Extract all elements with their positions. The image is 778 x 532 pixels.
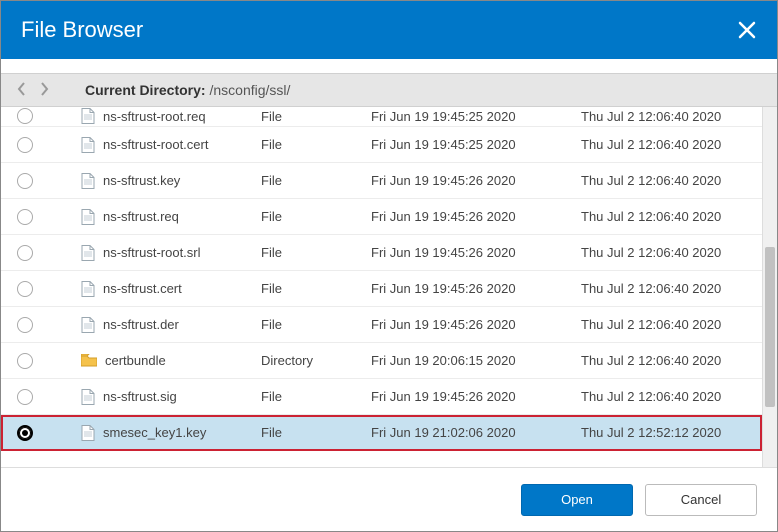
- file-icon: [81, 389, 95, 405]
- file-type: File: [261, 425, 371, 440]
- scrollbar-thumb[interactable]: [765, 247, 775, 407]
- row-radio[interactable]: [17, 281, 33, 297]
- row-radio[interactable]: [17, 209, 33, 225]
- file-type: File: [261, 209, 371, 224]
- file-date-1: Fri Jun 19 19:45:26 2020: [371, 173, 581, 188]
- table-row[interactable]: ns-sftrust.der FileFri Jun 19 19:45:26 20…: [1, 307, 762, 343]
- file-name: ns-sftrust.sig: [103, 389, 177, 404]
- file-date-1: Fri Jun 19 19:45:26 2020: [371, 317, 581, 332]
- current-directory-path: /nsconfig/ssl/: [209, 82, 290, 98]
- table-row[interactable]: ns-sftrust-root.req FileFri Jun 19 19:45:…: [1, 107, 762, 127]
- file-date-1: Fri Jun 19 19:45:25 2020: [371, 109, 581, 124]
- file-name: ns-sftrust.der: [103, 317, 179, 332]
- file-name: ns-sftrust.req: [103, 209, 179, 224]
- file-icon: [81, 245, 95, 261]
- file-type: File: [261, 389, 371, 404]
- table-row[interactable]: ns-sftrust.sig FileFri Jun 19 19:45:26 20…: [1, 379, 762, 415]
- file-date-2: Thu Jul 2 12:06:40 2020: [581, 389, 762, 404]
- table-row[interactable]: ns-sftrust.cert FileFri Jun 19 19:45:26 2…: [1, 271, 762, 307]
- dialog-footer: Open Cancel: [1, 467, 777, 531]
- file-date-2: Thu Jul 2 12:06:40 2020: [581, 281, 762, 296]
- close-icon[interactable]: [737, 20, 757, 40]
- navigation-toolbar: Current Directory: /nsconfig/ssl/: [1, 73, 777, 107]
- file-browser-dialog: File Browser Current Directory: /nsconfi…: [0, 0, 778, 532]
- row-radio[interactable]: [17, 353, 33, 369]
- row-radio[interactable]: [17, 425, 33, 441]
- table-row[interactable]: certbundle DirectoryFri Jun 19 20:06:15 2…: [1, 343, 762, 379]
- file-icon: [81, 281, 95, 297]
- file-date-1: Fri Jun 19 21:02:06 2020: [371, 425, 581, 440]
- file-list[interactable]: ns-sftrust-root.reqFileFri Jun 19 19:45:…: [1, 107, 762, 467]
- nav-forward-icon[interactable]: [33, 82, 55, 99]
- row-radio[interactable]: [17, 173, 33, 189]
- file-type: File: [261, 173, 371, 188]
- file-name: ns-sftrust-root.srl: [103, 245, 201, 260]
- file-name: ns-sftrust-root.req: [103, 109, 206, 124]
- file-type: Directory: [261, 353, 371, 368]
- file-date-1: Fri Jun 19 19:45:26 2020: [371, 389, 581, 404]
- open-button[interactable]: Open: [521, 484, 633, 516]
- file-date-1: Fri Jun 19 19:45:26 2020: [371, 245, 581, 260]
- file-date-2: Thu Jul 2 12:06:40 2020: [581, 173, 762, 188]
- file-icon: [81, 137, 95, 153]
- file-date-2: Thu Jul 2 12:06:40 2020: [581, 317, 762, 332]
- file-name: ns-sftrust.key: [103, 173, 180, 188]
- table-row[interactable]: ns-sftrust.key FileFri Jun 19 19:45:26 20…: [1, 163, 762, 199]
- table-row[interactable]: smesec_key1.key FileFri Jun 19 21:02:06 2…: [1, 415, 762, 451]
- file-type: File: [261, 137, 371, 152]
- folder-icon: [81, 354, 97, 367]
- table-row[interactable]: ns-sftrust-root.srl FileFri Jun 19 19:45:…: [1, 235, 762, 271]
- file-date-1: Fri Jun 19 19:45:26 2020: [371, 281, 581, 296]
- file-date-2: Thu Jul 2 12:52:12 2020: [581, 425, 762, 440]
- file-date-2: Thu Jul 2 12:06:40 2020: [581, 353, 762, 368]
- row-radio[interactable]: [17, 108, 33, 124]
- file-type: File: [261, 317, 371, 332]
- scrollbar[interactable]: [762, 107, 777, 467]
- file-date-2: Thu Jul 2 12:06:40 2020: [581, 209, 762, 224]
- row-radio[interactable]: [17, 389, 33, 405]
- table-row[interactable]: ns-sftrust.req FileFri Jun 19 19:45:26 20…: [1, 199, 762, 235]
- row-radio[interactable]: [17, 317, 33, 333]
- current-directory: Current Directory: /nsconfig/ssl/: [85, 82, 290, 98]
- file-date-1: Fri Jun 19 19:45:25 2020: [371, 137, 581, 152]
- file-date-1: Fri Jun 19 20:06:15 2020: [371, 353, 581, 368]
- file-date-2: Thu Jul 2 12:06:40 2020: [581, 245, 762, 260]
- row-radio[interactable]: [17, 245, 33, 261]
- file-type: File: [261, 245, 371, 260]
- row-radio[interactable]: [17, 137, 33, 153]
- file-name: ns-sftrust.cert: [103, 281, 182, 296]
- file-date-2: Thu Jul 2 12:06:40 2020: [581, 137, 762, 152]
- file-name: smesec_key1.key: [103, 425, 206, 440]
- title-bar: File Browser: [1, 1, 777, 59]
- file-name: ns-sftrust-root.cert: [103, 137, 208, 152]
- file-date-2: Thu Jul 2 12:06:40 2020: [581, 109, 762, 124]
- file-type: File: [261, 281, 371, 296]
- current-directory-label: Current Directory:: [85, 82, 206, 98]
- file-icon: [81, 317, 95, 333]
- file-type: File: [261, 109, 371, 124]
- file-name: certbundle: [105, 353, 166, 368]
- file-date-1: Fri Jun 19 19:45:26 2020: [371, 209, 581, 224]
- table-row[interactable]: ns-sftrust-root.cert FileFri Jun 19 19:45…: [1, 127, 762, 163]
- cancel-button[interactable]: Cancel: [645, 484, 757, 516]
- nav-back-icon[interactable]: [11, 82, 33, 99]
- file-icon: [81, 425, 95, 441]
- file-icon: [81, 108, 95, 124]
- file-icon: [81, 209, 95, 225]
- file-icon: [81, 173, 95, 189]
- dialog-title: File Browser: [21, 17, 143, 43]
